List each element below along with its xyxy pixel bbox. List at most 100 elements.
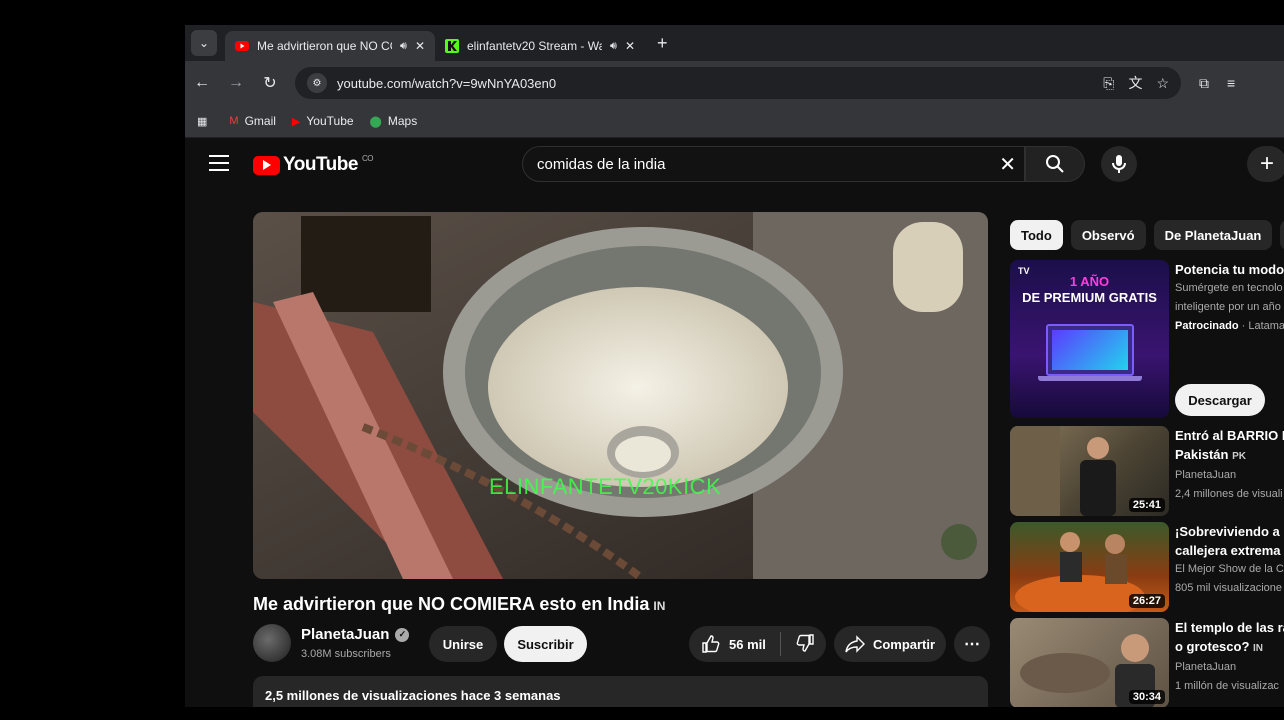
search-icon	[1046, 155, 1064, 173]
translate-icon[interactable]: 文	[1128, 73, 1142, 93]
tab-kick[interactable]: elinfantetv20 Stream - Watc 🔊︎ ✕	[435, 31, 645, 61]
view-count: 805 mil visualizacione	[1175, 582, 1282, 594]
channel-name-text: PlanetaJuan	[301, 626, 390, 643]
voice-search-button[interactable]	[1101, 146, 1137, 182]
url-text: youtube.com/watch?v=9wNnYA03en0	[337, 75, 557, 91]
filter-chips: Todo Observó De PlanetaJuan	[1010, 220, 1284, 250]
video-title-line2: Pakistán PK	[1175, 447, 1247, 462]
ad-thumb-subheadline: DE PREMIUM GRATIS	[1022, 290, 1157, 305]
speaker-icon[interactable]: 🔊︎	[610, 40, 617, 53]
install-app-icon[interactable]: ⎘	[1103, 75, 1114, 92]
sponsored-label: Patrocinado	[1175, 320, 1239, 332]
reload-icon[interactable]: ↻	[253, 73, 287, 93]
view-count-date: 2,5 millones de visualizaciones hace 3 s…	[265, 688, 561, 703]
bookmark-label: Gmail	[244, 114, 276, 128]
video-title-line: Entró al BARRIO PE	[1175, 428, 1284, 443]
tab-youtube[interactable]: Me advirtieron que NO COM 🔊︎ ✕	[225, 31, 435, 61]
view-count: 1 millón de visualizac	[1175, 680, 1279, 692]
search-query: comidas de la india	[537, 155, 666, 173]
back-icon[interactable]: ←	[185, 74, 219, 92]
extensions-icon[interactable]: ⧉	[1199, 75, 1209, 92]
video-title-line2: o grotesco? IN	[1175, 639, 1264, 654]
channel-avatar[interactable]	[253, 624, 291, 662]
gmail-icon: M	[229, 115, 239, 127]
verified-check-icon: ✓	[395, 627, 410, 642]
bookmark-youtube[interactable]: ▶ YouTube	[292, 114, 354, 128]
dislike-button[interactable]	[795, 633, 815, 656]
country-flag: IN	[1253, 643, 1264, 654]
search-input[interactable]: comidas de la india ✕	[522, 146, 1025, 182]
forward-icon[interactable]: →	[219, 74, 253, 92]
description-box[interactable]: 2,5 millones de visualizaciones hace 3 s…	[253, 676, 988, 707]
chip-next[interactable]	[1280, 220, 1284, 250]
chip-channel[interactable]: De PlanetaJuan	[1153, 220, 1273, 250]
region-code: CO	[361, 154, 374, 163]
channel-name[interactable]: El Mejor Show de la C	[1175, 560, 1284, 579]
tab-search-button[interactable]: ⌄	[191, 30, 217, 56]
share-label: Compartir	[872, 636, 936, 652]
reading-list-icon[interactable]: ≡	[1227, 75, 1235, 91]
video-title-line: El templo de las rat	[1175, 620, 1284, 635]
share-button[interactable]: Compartir	[834, 626, 946, 662]
clear-search-icon[interactable]: ✕	[999, 152, 1016, 177]
ad-thumb-headline: 1 AÑO	[1069, 274, 1110, 289]
like-button[interactable]: 56 mil	[701, 634, 766, 654]
chip-todo[interactable]: Todo	[1010, 220, 1063, 250]
star-icon[interactable]: ☆	[1156, 75, 1169, 92]
channel-name[interactable]: PlanetaJuan	[1175, 658, 1284, 677]
subscribe-button[interactable]: Suscribir	[504, 626, 587, 662]
video-frame	[253, 212, 988, 579]
ad-desc-line: inteligente por un año	[1175, 301, 1281, 313]
chip-observo[interactable]: Observó	[1070, 220, 1146, 250]
video-player[interactable]: ELINFANTETV20KICK	[253, 212, 988, 579]
create-button[interactable]: +	[1247, 146, 1284, 182]
laptop-image	[1046, 324, 1134, 376]
bookmark-gmail[interactable]: M Gmail	[229, 114, 276, 128]
channel-name[interactable]: PlanetaJuan ✓	[301, 626, 410, 643]
video-title: Me advirtieron que NO COMIERA esto en In…	[253, 594, 665, 615]
menu-icon[interactable]	[209, 155, 229, 176]
recommendation-item[interactable]: 30:34 El templo de las rat o grotesco? I…	[1010, 618, 1284, 707]
download-button[interactable]: Descargar	[1175, 384, 1265, 416]
ad-card[interactable]: TV 1 AÑO DE PREMIUM GRATIS Potencia tu m…	[1010, 260, 1284, 420]
youtube-play-icon	[253, 155, 280, 175]
close-tab-icon[interactable]: ✕	[625, 39, 635, 53]
ad-thumbnail[interactable]: TV 1 AÑO DE PREMIUM GRATIS	[1010, 260, 1169, 418]
recommendation-item[interactable]: 26:27 ¡Sobreviviendo a la callejera extr…	[1010, 522, 1284, 612]
ad-title: Potencia tu modo p	[1175, 262, 1284, 277]
video-title-line: ¡Sobreviviendo a la	[1175, 524, 1284, 539]
join-button[interactable]: Unirse	[429, 626, 497, 662]
video-thumbnail[interactable]: 26:27	[1010, 522, 1169, 612]
channel-name[interactable]: PlanetaJuan	[1175, 466, 1284, 485]
youtube-icon: ▶	[291, 115, 301, 128]
browser-toolbar: ← → ↻ ⚙ youtube.com/watch?v=9wNnYA03en0 …	[185, 61, 1284, 105]
bookmark-maps[interactable]: ⬤ Maps	[370, 114, 418, 128]
youtube-favicon-icon	[235, 41, 249, 51]
browser-window: ⌄ Me advirtieron que NO COM 🔊︎ ✕ elinfan…	[185, 25, 1284, 707]
thumbs-up-icon	[702, 635, 720, 653]
video-info: ¡Sobreviviendo a la callejera extrema c …	[1175, 522, 1284, 598]
youtube-logo[interactable]: YouTube CO	[253, 154, 373, 176]
laptop-base	[1038, 376, 1142, 381]
close-tab-icon[interactable]: ✕	[415, 39, 425, 53]
divider	[779, 632, 781, 656]
apps-grid-icon[interactable]: ▦	[197, 115, 213, 128]
address-bar[interactable]: ⚙ youtube.com/watch?v=9wNnYA03en0 ⎘ 文 ☆	[295, 67, 1181, 99]
site-info-icon[interactable]: ⚙	[307, 73, 327, 93]
new-tab-icon[interactable]: +	[657, 33, 668, 54]
recommendation-item[interactable]: 25:41 Entró al BARRIO PE Pakistán PK Pla…	[1010, 426, 1284, 516]
more-actions-icon[interactable]: ⋯	[954, 626, 990, 662]
search-button[interactable]	[1025, 146, 1085, 182]
speaker-icon[interactable]: 🔊︎	[400, 40, 407, 53]
country-flag: IN	[653, 599, 666, 613]
bookmarks-bar: ▦ M Gmail ▶ YouTube ⬤ Maps	[185, 105, 1284, 138]
stream-watermark: ELINFANTETV20KICK	[489, 474, 722, 499]
video-duration: 25:41	[1128, 498, 1165, 512]
subscriber-count: 3.08M subscribers	[301, 648, 391, 660]
country-flag: PK	[1232, 451, 1247, 462]
video-thumbnail[interactable]: 30:34	[1010, 618, 1169, 707]
bookmark-label: Maps	[387, 114, 418, 128]
video-thumbnail[interactable]: 25:41	[1010, 426, 1169, 516]
video-title-line2: callejera extrema c	[1175, 543, 1284, 558]
thumbs-down-icon	[796, 633, 814, 652]
